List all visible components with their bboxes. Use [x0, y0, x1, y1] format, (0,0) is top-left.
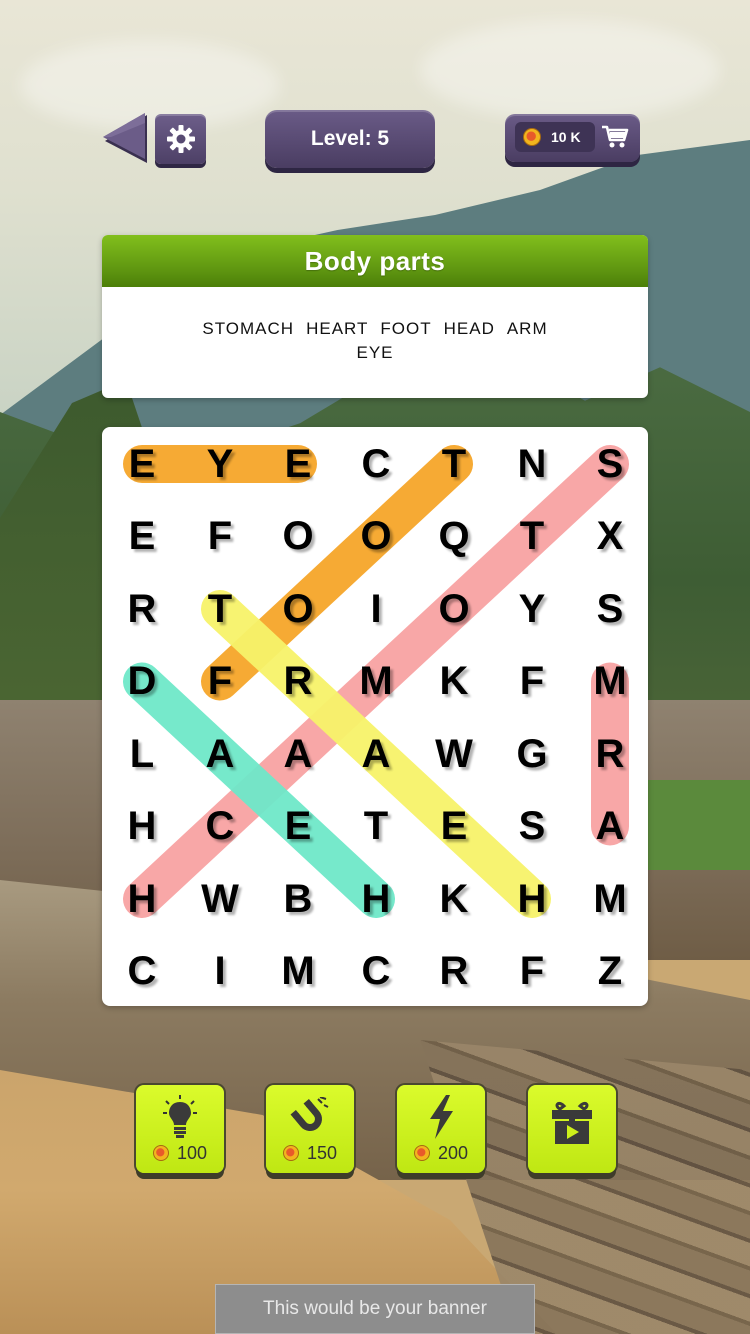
grid-cell[interactable]: C — [346, 434, 406, 494]
coin-icon — [152, 1145, 169, 1161]
grid-cell[interactable]: H — [346, 869, 406, 929]
grid-cell[interactable]: K — [424, 652, 484, 712]
grid-cell[interactable]: E — [268, 797, 328, 857]
shop-cart-button[interactable] — [599, 121, 631, 153]
letter-grid[interactable]: EYECTNSEFOOQTXRTOIOYSDFRMKFMLAAAWGRHCETE… — [102, 427, 648, 1006]
grid-cell[interactable]: E — [268, 434, 328, 494]
grid-cell[interactable]: R — [424, 942, 484, 1002]
grid-cell[interactable]: T — [190, 579, 250, 639]
grid-cell[interactable]: I — [190, 942, 250, 1002]
level-indicator: Level: 5 — [265, 110, 435, 168]
target-word: ARM — [506, 319, 548, 338]
target-word-list: STOMACH HEART FOOT HEAD ARM EYE — [162, 317, 588, 365]
grid-cell[interactable]: K — [424, 869, 484, 929]
grid-cell[interactable]: R — [580, 724, 640, 784]
coin-icon — [282, 1145, 299, 1161]
hint-powerup-button[interactable]: 100 — [136, 1085, 224, 1173]
coin-counter: 10 K — [515, 122, 595, 152]
grid-cell[interactable]: G — [502, 724, 562, 784]
coin-amount: 10 K — [551, 129, 581, 145]
grid-cell[interactable]: E — [424, 797, 484, 857]
grid-cell[interactable]: S — [580, 579, 640, 639]
magnet-cost: 150 — [266, 1141, 354, 1165]
grid-cell[interactable]: A — [346, 724, 406, 784]
grid-cell[interactable]: D — [112, 652, 172, 712]
grid-cell[interactable]: H — [112, 869, 172, 929]
grid-cell[interactable]: H — [112, 797, 172, 857]
grid-cell[interactable]: O — [268, 579, 328, 639]
lightning-cost: 200 — [397, 1141, 485, 1165]
coin-balance: 10 K — [505, 114, 640, 162]
grid-cell[interactable]: N — [502, 434, 562, 494]
word-list-card: Body parts STOMACH HEART FOOT HEAD ARM EYE — [102, 235, 648, 398]
grid-cell[interactable]: C — [190, 797, 250, 857]
grid-cell[interactable]: A — [268, 724, 328, 784]
cart-icon — [602, 125, 629, 148]
grid-cell[interactable]: L — [112, 724, 172, 784]
category-title: Body parts — [102, 235, 648, 287]
grid-cell[interactable]: O — [346, 507, 406, 567]
grid-cell[interactable]: I — [346, 579, 406, 639]
grid-cell[interactable]: M — [346, 652, 406, 712]
settings-button[interactable] — [155, 114, 206, 164]
grid-cell[interactable]: F — [190, 507, 250, 567]
target-word: EYE — [356, 343, 394, 362]
grid-cell[interactable]: F — [502, 652, 562, 712]
grid-cell[interactable]: T — [502, 507, 562, 567]
grid-cell[interactable]: A — [190, 724, 250, 784]
grid-cell[interactable]: C — [346, 942, 406, 1002]
grid-cell[interactable]: C — [112, 942, 172, 1002]
grid-cell[interactable]: T — [346, 797, 406, 857]
grid-cell[interactable]: B — [268, 869, 328, 929]
grid-cell[interactable]: Z — [580, 942, 640, 1002]
ad-banner[interactable]: This would be your banner — [215, 1284, 535, 1334]
free-coins-video-button[interactable] — [528, 1085, 616, 1173]
grid-cell[interactable]: O — [268, 507, 328, 567]
grid-cell[interactable]: S — [502, 797, 562, 857]
lightbulb-icon — [136, 1093, 224, 1141]
grid-cell[interactable]: W — [190, 869, 250, 929]
grid-cell[interactable]: F — [502, 942, 562, 1002]
grid-cell[interactable]: E — [112, 434, 172, 494]
grid-cell[interactable]: O — [424, 579, 484, 639]
target-word: HEAD — [443, 319, 495, 338]
cloud — [420, 20, 720, 120]
grid-cell[interactable]: H — [502, 869, 562, 929]
hint-cost: 100 — [136, 1141, 224, 1165]
coin-icon — [523, 128, 541, 146]
grid-cell[interactable]: F — [190, 652, 250, 712]
grid-cell[interactable]: Y — [502, 579, 562, 639]
coin-icon — [413, 1145, 430, 1161]
grid-cell[interactable]: W — [424, 724, 484, 784]
grid-letters: EYECTNSEFOOQTXRTOIOYSDFRMKFMLAAAWGRHCETE… — [102, 427, 648, 1006]
grid-cell[interactable]: X — [580, 507, 640, 567]
back-arrow-icon — [103, 113, 147, 163]
grid-cell[interactable]: T — [424, 434, 484, 494]
grid-cell[interactable]: M — [580, 869, 640, 929]
gift-video-icon — [528, 1099, 616, 1147]
magnet-icon — [266, 1093, 354, 1141]
lightning-powerup-button[interactable]: 200 — [397, 1085, 485, 1173]
back-button[interactable] — [103, 113, 151, 165]
lightning-icon — [397, 1093, 485, 1141]
grid-cell[interactable]: Q — [424, 507, 484, 567]
grid-cell[interactable]: S — [580, 434, 640, 494]
grid-cell[interactable]: R — [268, 652, 328, 712]
grid-cell[interactable]: R — [112, 579, 172, 639]
grid-cell[interactable]: M — [580, 652, 640, 712]
grid-cell[interactable]: E — [112, 507, 172, 567]
target-word: FOOT — [380, 319, 432, 338]
grid-cell[interactable]: A — [580, 797, 640, 857]
gear-icon — [166, 125, 195, 153]
magnet-powerup-button[interactable]: 150 — [266, 1085, 354, 1173]
target-word: STOMACH — [202, 319, 295, 338]
grid-cell[interactable]: Y — [190, 434, 250, 494]
target-word: HEART — [306, 319, 369, 338]
grid-cell[interactable]: M — [268, 942, 328, 1002]
